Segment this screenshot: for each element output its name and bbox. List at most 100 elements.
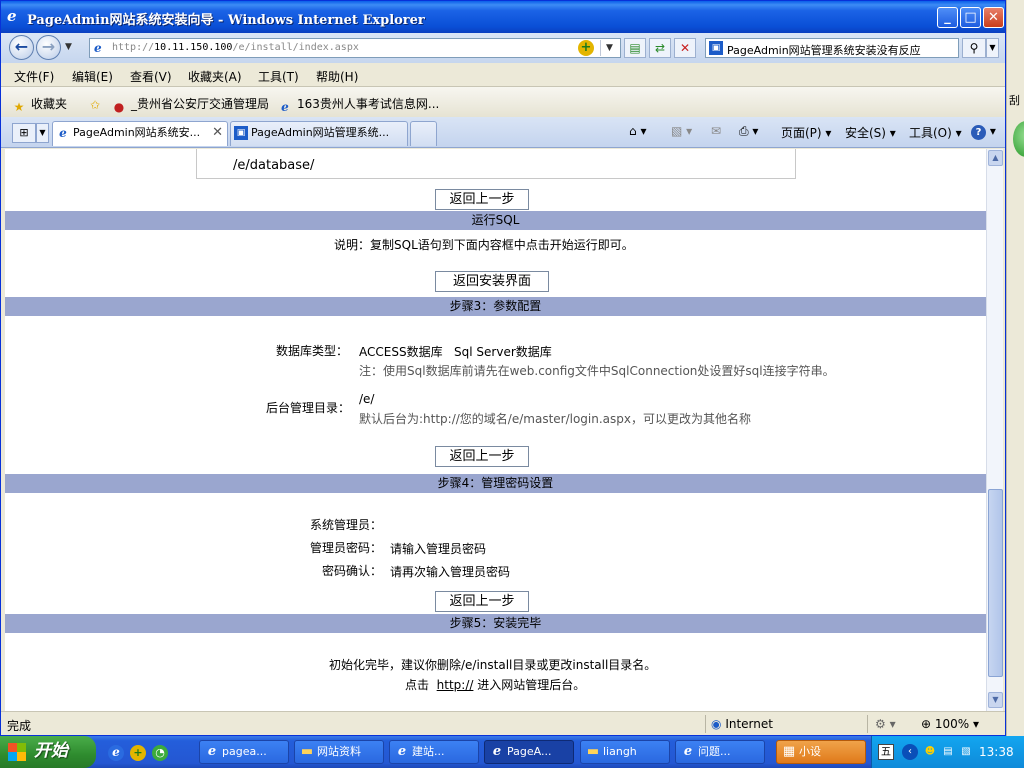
star-icon: ★ <box>13 100 25 114</box>
feeds-button[interactable]: ▧ ▾ <box>671 124 692 138</box>
back-step-button-1[interactable]: 返回上一步 <box>435 189 529 210</box>
close-button[interactable]: ✕ <box>983 7 1004 28</box>
safety-menu-label: 安全(S) <box>845 126 886 140</box>
history-dropdown-icon[interactable]: ▼ <box>65 42 72 52</box>
refresh-button[interactable]: ⇄ <box>649 38 671 58</box>
protected-mode-icon: ⚙ <box>875 717 886 731</box>
ie-icon: e <box>492 744 502 759</box>
task-pagea[interactable]: e pagea... <box>199 740 289 764</box>
protected-mode-button[interactable]: ⚙ ▾ <box>875 717 896 731</box>
db-option-access[interactable]: ACCESS数据库 <box>359 345 443 359</box>
task-xiaoshe[interactable]: ▦ 小设 <box>776 740 866 764</box>
tab-pageadmin-system[interactable]: ▣ PageAdmin网站管理系统... <box>230 121 408 146</box>
fav-link-2[interactable]: e 163贵州人事考试信息网... <box>277 95 439 116</box>
fav-link-1-label: _贵州省公安厅交通管理局 <box>131 97 270 111</box>
task-jianzhan[interactable]: e 建站... <box>389 740 479 764</box>
fav-link-1[interactable]: ● _贵州省公安厅交通管理局 <box>111 95 269 115</box>
admin-link[interactable]: http:// <box>437 678 474 692</box>
tab-list-dropdown[interactable]: ▼ <box>36 123 49 143</box>
page-menu[interactable]: 页面(P) ▾ <box>781 124 831 141</box>
ime-indicator[interactable]: 五 <box>878 744 894 760</box>
run-sql-note: 说明：复制SQL语句到下面内容框中点击开始运行即可。 <box>334 238 634 252</box>
page-icon: e <box>94 41 102 55</box>
task-pageadmin[interactable]: e PageA... <box>484 740 574 764</box>
task-label: pagea... <box>222 745 267 758</box>
new-tab-button[interactable] <box>410 121 437 146</box>
maximize-button[interactable]: □ <box>960 7 981 28</box>
admin-pwd-input[interactable]: 请输入管理员密码 <box>390 540 486 557</box>
back-step-button-2[interactable]: 返回上一步 <box>435 446 529 467</box>
badge-icon: ● <box>113 100 125 114</box>
search-dropdown-icon[interactable]: ▼ <box>986 38 999 58</box>
menu-edit[interactable]: 编辑(E) <box>72 68 113 85</box>
home-button[interactable]: ⌂ ▾ <box>629 124 646 138</box>
search-text: PageAdmin网站管理系统安装没有反应 <box>727 44 921 57</box>
task-website-data[interactable]: ▬ 网站资料 <box>294 740 384 764</box>
address-input[interactable]: e http://10.11.150.100/e/install/index.a… <box>89 38 621 58</box>
tab-pageadmin-install[interactable]: e PageAdmin网站系统安... ✕ <box>52 121 228 146</box>
help-button[interactable]: ? ▾ <box>971 124 996 140</box>
menu-favorites[interactable]: 收藏夹(A) <box>188 68 242 85</box>
db-path: /e/database/ <box>233 158 315 173</box>
quicklaunch-ie-icon[interactable]: e <box>108 745 124 761</box>
url-dropdown-icon[interactable]: ▼ <box>600 40 618 56</box>
forward-button[interactable]: → <box>36 35 61 60</box>
favorites-label: 收藏夹 <box>31 97 68 111</box>
tab-title: PageAdmin网站管理系统... <box>251 126 390 139</box>
task-wenti[interactable]: e 问题... <box>675 740 765 764</box>
volume-icon[interactable]: ▧ <box>958 744 974 760</box>
tools-menu-label: 工具(O) <box>909 126 952 140</box>
scroll-thumb[interactable] <box>988 489 1003 677</box>
title-bar: e PageAdmin网站系统安装向导 - Windows Internet E… <box>1 1 1005 33</box>
minimize-button[interactable]: _ <box>937 7 958 28</box>
add-favorite-icon: ✩ <box>89 98 101 112</box>
page-content: /e/database/ 返回上一步 运行SQL 说明：复制SQL语句到下面内容… <box>5 149 986 711</box>
page-menu-label: 页面(P) <box>781 126 822 140</box>
task-label: 网站资料 <box>317 745 361 758</box>
menu-file[interactable]: 文件(F) <box>14 68 54 85</box>
task-label: liangh <box>603 745 637 758</box>
quicklaunch-green-icon[interactable]: ◔ <box>152 745 168 761</box>
back-button[interactable]: ← <box>9 35 34 60</box>
task-liangh[interactable]: ▬ liangh <box>580 740 670 764</box>
qq-icon[interactable]: ☻ <box>922 744 938 760</box>
admin-dir-note: 默认后台为:http://您的域名/e/master/login.aspx，可以… <box>359 412 752 426</box>
quick-tabs-button[interactable]: ⊞ <box>12 123 36 143</box>
menu-tools[interactable]: 工具(T) <box>258 68 299 85</box>
mail-button[interactable]: ✉ <box>711 124 721 138</box>
vertical-scrollbar[interactable]: ▲ ▼ <box>986 149 1003 711</box>
arrow-right-icon: → <box>41 37 56 56</box>
add-favorite-button[interactable]: ✩ <box>87 95 107 113</box>
back-install-button[interactable]: 返回安装界面 <box>435 271 549 292</box>
magnifier-icon: ⚲ <box>969 41 979 55</box>
menu-view[interactable]: 查看(V) <box>130 68 172 85</box>
favorites-button[interactable]: ★ 收藏夹 <box>11 95 67 115</box>
search-input[interactable]: ▣ PageAdmin网站管理系统安装没有反应 <box>705 38 959 58</box>
background-window-edge: 刮 <box>1006 0 1024 736</box>
stop-button[interactable]: ✕ <box>674 38 696 58</box>
network-icon[interactable]: ▤ <box>940 744 956 760</box>
print-button[interactable]: ⎙ ▾ <box>739 124 758 139</box>
compatibility-view-button[interactable]: ▤ <box>624 38 646 58</box>
task-label: 问题... <box>698 745 731 758</box>
db-option-sqlserver[interactable]: Sql Server数据库 <box>454 345 552 359</box>
go-icon[interactable]: + <box>578 40 594 56</box>
tools-menu[interactable]: 工具(O) ▾ <box>909 124 962 141</box>
menu-help[interactable]: 帮助(H) <box>316 68 358 85</box>
status-separator <box>705 715 706 733</box>
confirm-pwd-input[interactable]: 请再次输入管理员密码 <box>390 563 510 580</box>
tab-close-icon[interactable]: ✕ <box>212 122 223 144</box>
admin-dir-label: 后台管理目录： <box>266 401 351 415</box>
back-step-button-3[interactable]: 返回上一步 <box>435 591 529 612</box>
zoom-button[interactable]: ⊕ 100% ▾ <box>921 717 979 731</box>
scroll-up-icon[interactable]: ▲ <box>988 150 1003 166</box>
scroll-down-icon[interactable]: ▼ <box>988 692 1003 708</box>
status-text: 完成 <box>7 719 32 733</box>
quicklaunch-360-icon[interactable]: + <box>130 745 146 761</box>
tray-expand-icon[interactable]: ‹ <box>902 744 918 760</box>
start-button[interactable]: 开始 <box>0 736 96 768</box>
db-type-note: 注：使用Sql数据库前请先在web.config文件中SqlConnection… <box>359 364 835 378</box>
safety-menu[interactable]: 安全(S) ▾ <box>845 124 896 141</box>
admin-dir-input[interactable]: /e/ <box>359 392 374 406</box>
search-button[interactable]: ⚲ <box>962 38 986 58</box>
